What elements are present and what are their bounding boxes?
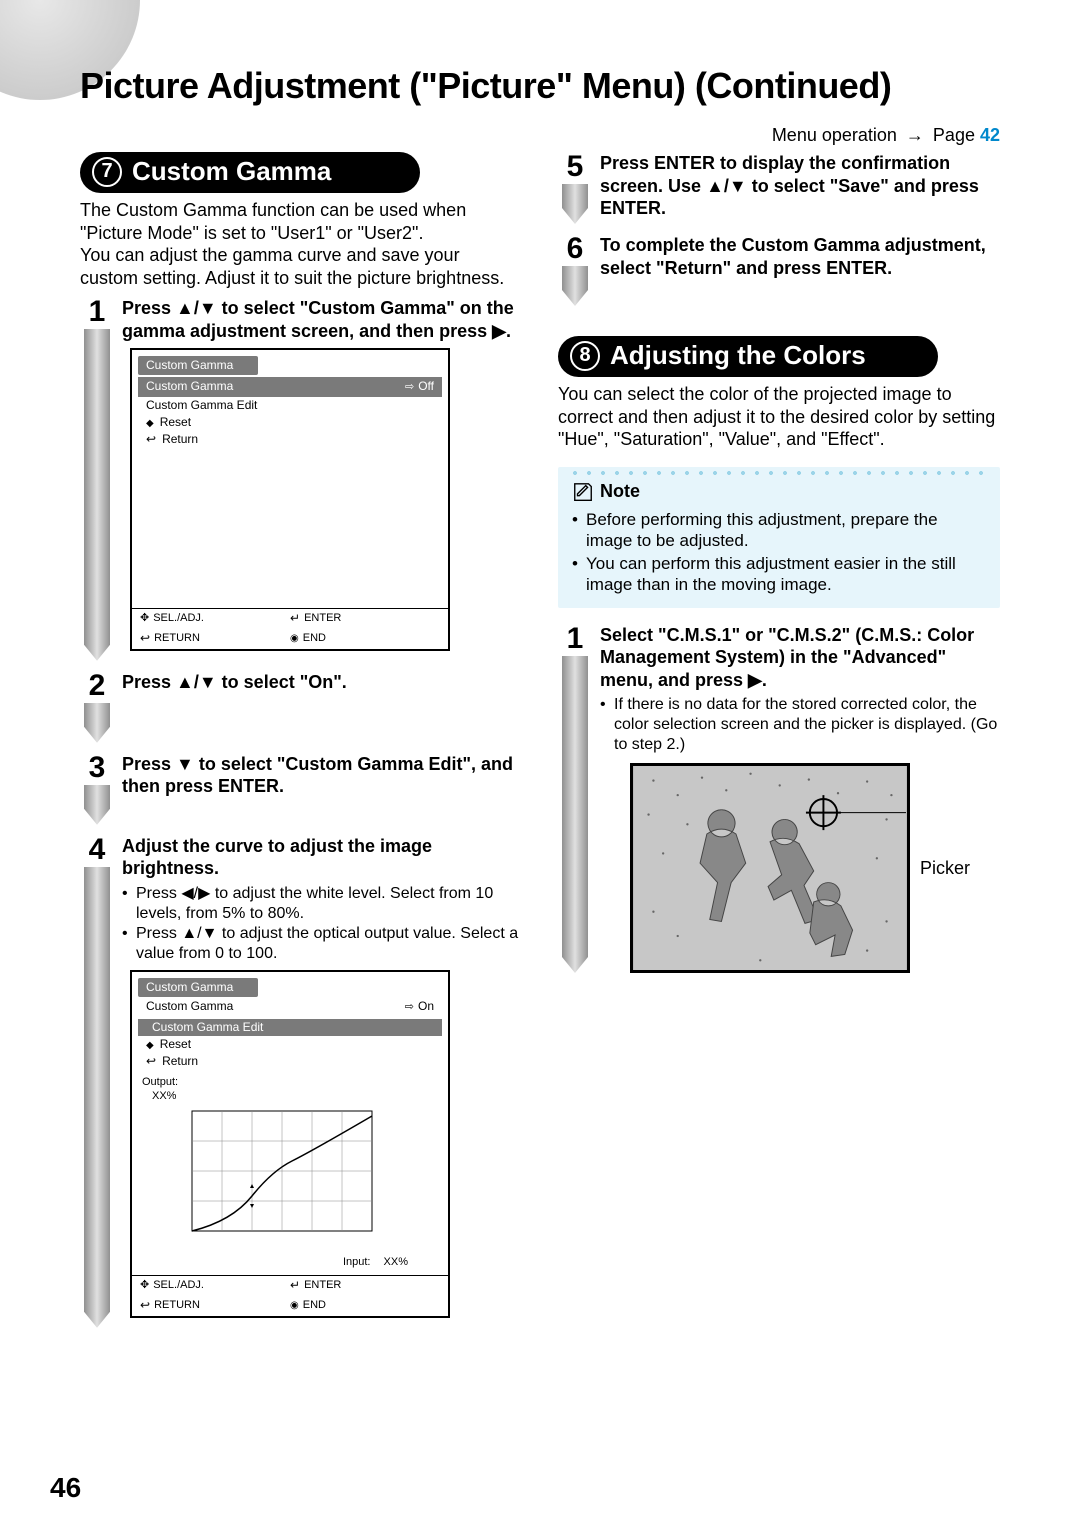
nav-icon: ✥ <box>140 1279 149 1293</box>
osd1-f2: RETURN <box>154 632 200 646</box>
note-block: Note Before performing this adjustment, … <box>558 467 1000 608</box>
end-icon <box>290 632 299 646</box>
osd2-r1-label: Custom Gamma <box>146 999 233 1014</box>
osd2-f2: RETURN <box>154 1299 200 1313</box>
osd2-row-edit-selected: Custom Gamma Edit <box>138 1019 442 1036</box>
osd2-f3: ENTER <box>304 1279 341 1293</box>
osd2-f4: END <box>303 1299 326 1313</box>
cms-step-1: 1 Select "C.M.S.1" or "C.M.S.2" (C.M.S.:… <box>558 624 1000 974</box>
note-icon <box>572 481 594 503</box>
section-8-title: Adjusting the Colors <box>610 340 866 371</box>
step-4: 4 Adjust the curve to adjust the image b… <box>80 835 522 1328</box>
return-icon <box>140 631 150 647</box>
page-number: 46 <box>50 1472 81 1504</box>
step-2-text: Press ▲/▼ to select "On". <box>122 672 347 692</box>
return-icon <box>146 432 156 447</box>
osd1-f4: END <box>303 632 326 646</box>
section-8-header: 8 Adjusting the Colors <box>558 336 938 377</box>
note-bullet-2: You can perform this adjustment easier i… <box>572 553 986 596</box>
osd1-f1: SEL./ADJ. <box>153 612 204 626</box>
reset-icon <box>146 415 154 431</box>
page-title: Picture Adjustment ("Picture" Menu) (Con… <box>80 65 1000 107</box>
step-1-text: Press ▲/▼ to select "Custom Gamma" on th… <box>122 298 514 341</box>
picker-label: Picker <box>920 857 970 880</box>
enter-icon <box>290 1278 300 1294</box>
section-7-header: 7 Custom Gamma <box>80 152 420 193</box>
step-3-text: Press ▼ to select "Custom Gamma Edit", a… <box>122 754 513 797</box>
osd1-row-custom-gamma: Custom Gamma Off <box>138 377 442 397</box>
section-8-number: 8 <box>570 341 600 371</box>
reset-icon <box>146 1037 154 1053</box>
step-6: 6 To complete the Custom Gamma adjustmen… <box>558 234 1000 306</box>
osd2-r1-value: On <box>418 999 434 1013</box>
osd1-row-reset: Reset <box>132 414 448 432</box>
osd1-r1-value: Off <box>418 379 434 393</box>
step-4-bullet-2: Press ▲/▼ to adjust the optical output v… <box>122 924 522 964</box>
enter-icon <box>290 611 300 627</box>
step-4-bullet-1: Press ◀/▶ to adjust the white level. Sel… <box>122 884 522 924</box>
step-3: 3 Press ▼ to select "Custom Gamma Edit",… <box>80 753 522 825</box>
osd2-f1: SEL./ADJ. <box>153 1279 204 1293</box>
osd1-row-edit: Custom Gamma Edit <box>132 397 448 414</box>
picker-illustration <box>630 763 910 973</box>
section-7-title: Custom Gamma <box>132 156 331 187</box>
menu-op-page-word: Page <box>933 125 980 145</box>
step-5: 5 Press ENTER to display the confirmatio… <box>558 152 1000 224</box>
osd2-input-label: Input: <box>343 1256 371 1268</box>
step-4-head: Adjust the curve to adjust the image bri… <box>122 836 432 879</box>
arrow-icon <box>405 379 418 393</box>
osd2-output-value: XX% <box>152 1090 176 1102</box>
cms-step-1-bullet: If there is no data for the stored corre… <box>600 695 1000 755</box>
osd1-title: Custom Gamma <box>138 356 258 375</box>
menu-operation-ref: Menu operation → Page 42 <box>80 125 1000 146</box>
osd2-title: Custom Gamma <box>138 978 258 997</box>
section-7-number: 7 <box>92 157 122 187</box>
osd1-f3: ENTER <box>304 612 341 626</box>
step-2: 2 Press ▲/▼ to select "On". <box>80 671 522 743</box>
nav-icon: ✥ <box>140 612 149 626</box>
return-icon <box>140 1298 150 1314</box>
menu-op-prefix: Menu operation <box>772 125 902 145</box>
osd2-input-value: XX% <box>384 1256 408 1268</box>
end-icon <box>290 1299 299 1313</box>
menu-op-page-link[interactable]: 42 <box>980 125 1000 145</box>
step-5-text: Press ENTER to display the confirmation … <box>600 153 979 218</box>
arrow-icon <box>405 999 418 1013</box>
osd-screenshot-2: Custom Gamma Custom Gamma On Custom Gamm… <box>130 970 450 1318</box>
step-1: 1 Press ▲/▼ to select "Custom Gamma" on … <box>80 297 522 661</box>
return-icon <box>146 1054 156 1069</box>
arrow-right-icon: → <box>906 125 924 145</box>
cms-step-1-head: Select "C.M.S.1" or "C.M.S.2" (C.M.S.: C… <box>600 625 974 690</box>
osd1-r1-label: Custom Gamma <box>146 379 233 394</box>
osd1-row-return: Return <box>132 431 448 448</box>
osd-screenshot-1: Custom Gamma Custom Gamma Off Custom Gam… <box>130 348 450 651</box>
step-6-text: To complete the Custom Gamma adjustment,… <box>600 235 986 278</box>
section-8-intro: You can select the color of the projecte… <box>558 383 1000 451</box>
osd2-row-return: Return <box>132 1053 448 1070</box>
note-bullet-1: Before performing this adjustment, prepa… <box>572 509 986 552</box>
osd2-output-label: Output: <box>142 1076 178 1088</box>
note-label-text: Note <box>600 481 640 502</box>
section-7-intro: The Custom Gamma function can be used wh… <box>80 199 522 289</box>
gamma-curve-graph <box>142 1106 402 1256</box>
osd2-row-reset: Reset <box>132 1036 448 1054</box>
